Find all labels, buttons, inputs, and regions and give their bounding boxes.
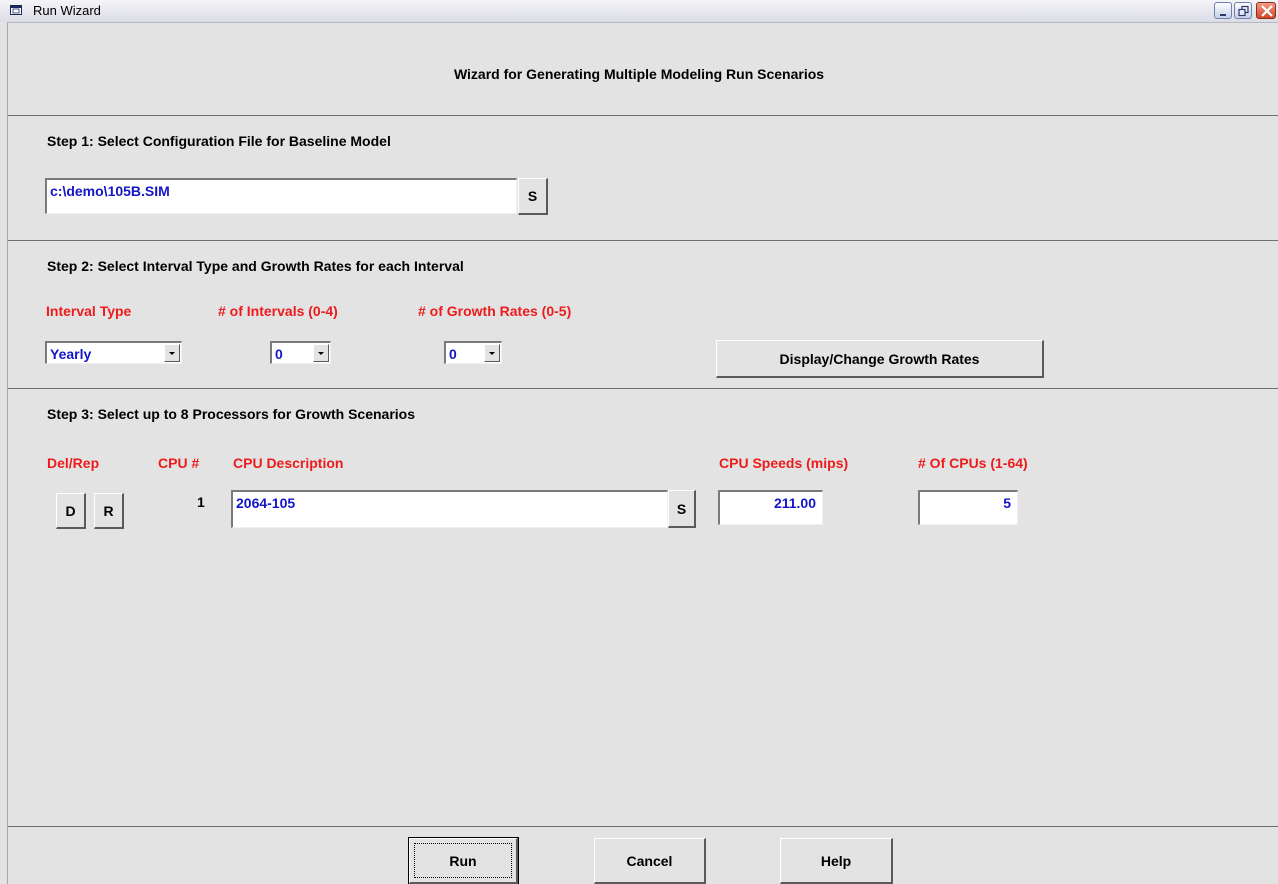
select-config-button[interactable]: S (518, 178, 548, 215)
cpu-number: 1 (197, 494, 205, 510)
growth-rates-select[interactable]: 0 (444, 341, 502, 364)
intervals-label: # of Intervals (0-4) (218, 303, 338, 319)
column-del-rep: Del/Rep (47, 455, 100, 471)
delete-cpu-button[interactable]: D (56, 493, 86, 529)
cancel-button[interactable]: Cancel (594, 838, 706, 884)
growth-rates-label: # of Growth Rates (0-5) (418, 303, 572, 319)
step1-title: Step 1: Select Configuration File for Ba… (47, 133, 391, 149)
display-growth-rates-button[interactable]: Display/Change Growth Rates (716, 340, 1044, 378)
divider (8, 826, 1278, 827)
intervals-value: 0 (275, 346, 283, 362)
divider (8, 115, 1278, 116)
column-cpu-number: CPU # (158, 455, 200, 471)
wizard-heading: Wizard for Generating Multiple Modeling … (453, 66, 825, 82)
cpu-speed-field[interactable]: 211.00 (718, 490, 823, 525)
config-file-field[interactable]: c:\demo\105B.SIM (45, 178, 517, 214)
column-cpu-speed: CPU Speeds (mips) (719, 455, 849, 471)
app-icon (10, 5, 22, 15)
help-button[interactable]: Help (780, 838, 893, 884)
run-button[interactable]: Run (408, 837, 519, 884)
intervals-select[interactable]: 0 (270, 341, 331, 364)
interval-type-value: Yearly (50, 346, 92, 362)
minimize-icon (1220, 14, 1226, 16)
select-cpu-button[interactable]: S (668, 490, 696, 528)
divider (8, 240, 1278, 241)
growth-rates-value: 0 (449, 346, 457, 362)
minimize-button[interactable] (1214, 2, 1232, 19)
divider (8, 388, 1278, 389)
replace-cpu-button[interactable]: R (94, 493, 124, 529)
step3-title: Step 3: Select up to 8 Processors for Gr… (47, 406, 415, 422)
column-cpu-count: # Of CPUs (1-64) (918, 455, 1028, 471)
restore-button[interactable] (1234, 2, 1252, 19)
interval-type-select[interactable]: Yearly (45, 341, 182, 364)
cpu-count-field[interactable]: 5 (918, 490, 1018, 525)
chevron-down-icon[interactable] (313, 344, 329, 362)
title-bar[interactable]: Run Wizard (0, 0, 1278, 23)
focus-rectangle (414, 843, 512, 878)
interval-type-label: Interval Type (46, 303, 132, 319)
column-cpu-description: CPU Description (233, 455, 344, 471)
window-left-border (0, 22, 8, 884)
step2-title: Step 2: Select Interval Type and Growth … (47, 258, 464, 274)
window-title: Run Wizard (33, 3, 101, 18)
chevron-down-icon[interactable] (164, 344, 180, 362)
close-button[interactable] (1256, 2, 1276, 19)
cpu-description-field[interactable]: 2064-105 (231, 490, 668, 528)
restore-icon (1238, 5, 1249, 17)
close-icon (1261, 5, 1273, 17)
chevron-down-icon[interactable] (484, 344, 500, 362)
